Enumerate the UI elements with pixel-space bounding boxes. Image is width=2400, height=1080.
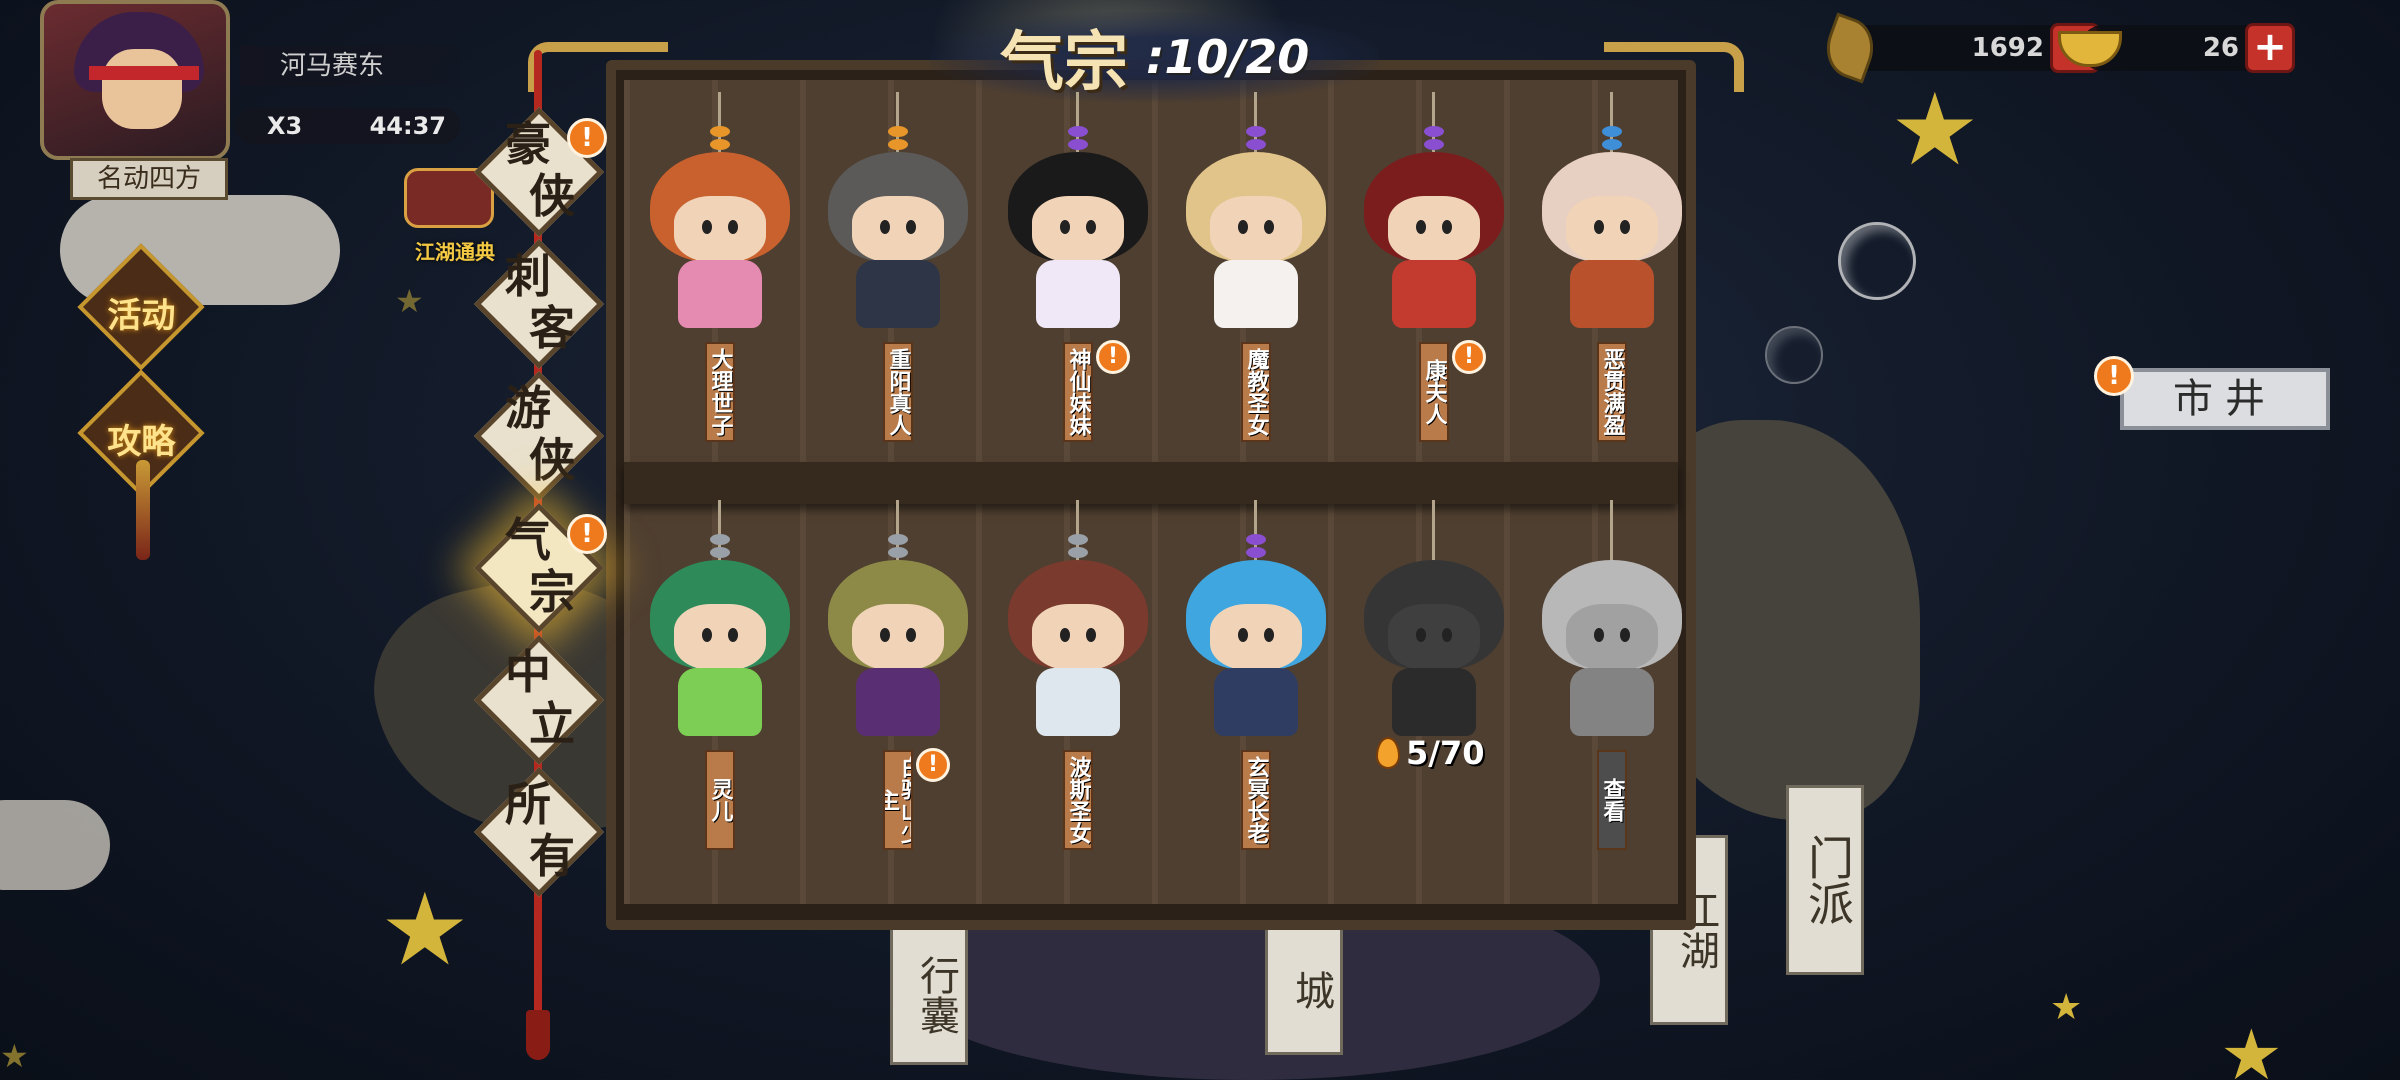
flame-icon	[1376, 737, 1400, 769]
background-tablet: 行囊	[890, 925, 968, 1065]
star-icon: ★	[2220, 1014, 2283, 1080]
cabinet-corner-ornament	[1604, 42, 1744, 92]
background-cloud	[0, 800, 110, 890]
tab-cike[interactable]: 刺客	[473, 238, 605, 370]
tab-rope-tassel	[526, 1010, 550, 1060]
tassel-decoration	[136, 460, 150, 560]
character-name: 波斯圣女	[1063, 750, 1093, 850]
gold-amount: 26	[2202, 33, 2239, 63]
character-card[interactable]: 玄冥长老	[1168, 500, 1344, 900]
bubble-decoration	[1838, 222, 1916, 300]
character-alert-badge: !	[1452, 340, 1486, 374]
character-card[interactable]: 灵儿	[632, 500, 808, 900]
tab-label: 游侠	[505, 381, 575, 487]
tab-zhongli[interactable]: 中立	[473, 634, 605, 766]
character-alert-badge: !	[1096, 340, 1130, 374]
star-icon: ★	[2050, 987, 2083, 1028]
activity-label: 活动	[107, 295, 176, 336]
character-name: 康夫人	[1419, 342, 1449, 442]
tab-qizong[interactable]: 气宗 !	[473, 502, 607, 634]
add-gold-button[interactable]: +	[2245, 23, 2295, 73]
background-tablet: 城	[1265, 925, 1343, 1055]
tab-suoyou[interactable]: 所有	[473, 766, 605, 898]
star-icon: ★	[0, 1037, 29, 1075]
page-title: 气宗 :10/20	[930, 12, 1380, 102]
gold-currency: 26 +	[2058, 23, 2295, 73]
tab-haoxia[interactable]: 豪侠 !	[473, 106, 607, 238]
character-card[interactable]: 重阳真人	[810, 92, 986, 492]
page-title-name: 气宗	[1000, 25, 1128, 100]
character-alert-badge: !	[916, 748, 950, 782]
stamina-timer: 44:37	[369, 112, 446, 140]
character-name: 恶贯满盈	[1597, 342, 1627, 442]
stamina-bar: X3 44:37	[235, 108, 460, 144]
unlock-progress: 5/70	[1376, 734, 1484, 772]
cabinet-corner-ornament	[528, 42, 668, 92]
tab-youxia[interactable]: 游侠	[473, 370, 605, 502]
tab-label: 所有	[505, 777, 575, 883]
player-avatar[interactable]	[40, 0, 230, 160]
player-title: 名动四方	[70, 158, 228, 200]
collection-count: :10/20	[1146, 30, 1310, 84]
character-name: 白驼山少主	[883, 750, 913, 850]
strategy-label: 攻略	[107, 421, 176, 462]
unlock-progress-value: 5/70	[1406, 734, 1485, 772]
star-icon: ★	[1890, 71, 1980, 188]
tab-label: 刺客	[505, 249, 575, 355]
locked-character-card[interactable]: 查看	[1524, 500, 1700, 900]
leaf-icon	[1817, 12, 1883, 84]
leaf-amount: 1692	[1971, 33, 2044, 63]
locked-character-card[interactable]	[1346, 500, 1522, 900]
market-button[interactable]: 市井	[2120, 368, 2330, 430]
character-card[interactable]: 白驼山少主 !	[810, 500, 986, 900]
character-card[interactable]: 大理世子	[632, 92, 808, 492]
character-card[interactable]: 康夫人 !	[1346, 92, 1522, 492]
character-name: 大理世子	[705, 342, 735, 442]
market-alert-badge: !	[2094, 356, 2134, 396]
tab-label: 中立	[505, 645, 575, 751]
character-name: 玄冥长老	[1241, 750, 1271, 850]
star-icon: ★	[395, 282, 424, 320]
character-name: 灵儿	[705, 750, 735, 850]
character-card[interactable]: 魔教圣女	[1168, 92, 1344, 492]
star-icon: ★	[380, 871, 470, 988]
stamina-multiplier: X3	[267, 112, 303, 140]
character-card[interactable]: 神仙妹妹 !	[990, 92, 1166, 492]
bubble-decoration	[1765, 326, 1823, 384]
character-name: 重阳真人	[883, 342, 913, 442]
background-tablet: 门派	[1786, 785, 1864, 975]
character-name: 神仙妹妹	[1063, 342, 1093, 442]
player-name: 河马赛东	[240, 46, 460, 86]
tab-alert-badge: !	[567, 118, 607, 158]
character-name: 魔教圣女	[1241, 342, 1271, 442]
character-card[interactable]: 恶贯满盈	[1524, 92, 1700, 492]
tab-alert-badge: !	[567, 514, 607, 554]
character-card[interactable]: 波斯圣女	[990, 500, 1166, 900]
view-button[interactable]: 查看	[1597, 750, 1627, 850]
